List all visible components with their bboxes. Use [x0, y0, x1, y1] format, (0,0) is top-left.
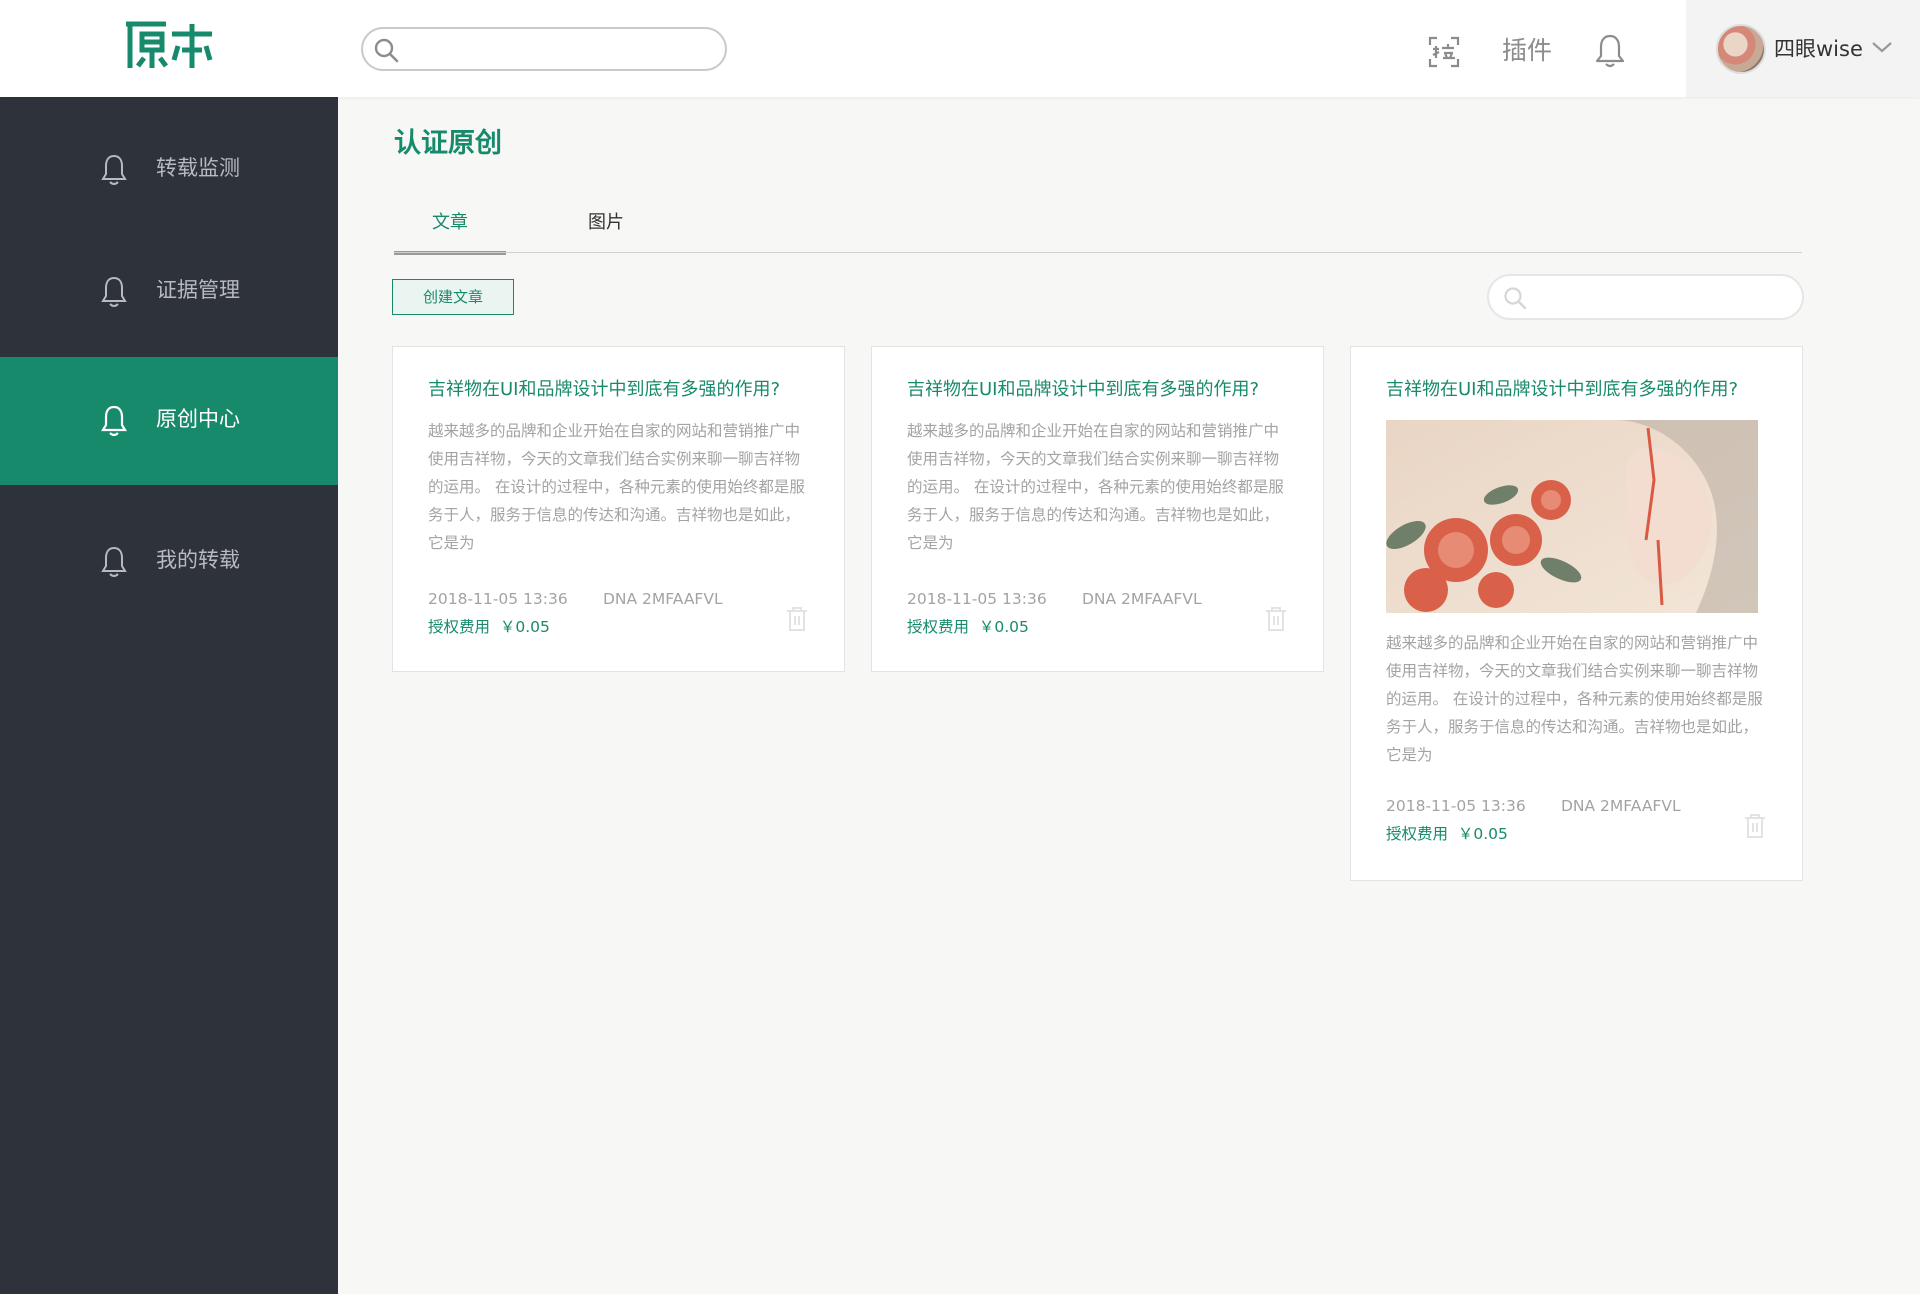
sidebar-item-original-center[interactable]: 原创中心 — [0, 357, 338, 485]
chevron-down-icon[interactable] — [1870, 38, 1894, 56]
article-title[interactable]: 吉祥物在UI和品牌设计中到底有多强的作用? — [907, 377, 1259, 403]
article-search[interactable] — [1487, 274, 1804, 320]
fee-value: ￥0.05 — [499, 618, 550, 636]
global-search[interactable] — [361, 27, 727, 71]
bell-icon — [101, 405, 127, 437]
user-menu[interactable]: 四眼wise — [1686, 0, 1920, 97]
bell-icon — [101, 276, 127, 307]
search-icon — [374, 38, 399, 63]
sidebar-item-label: 转载监测 — [156, 156, 240, 180]
article-fee: 授权费用 ￥0.05 — [907, 616, 1029, 638]
tab-label: 文章 — [432, 212, 468, 233]
top-bar: 插件 四眼wise — [0, 0, 1920, 97]
tabs-divider — [394, 252, 1802, 253]
search-input[interactable] — [409, 35, 713, 65]
fee-value: ￥0.05 — [1457, 825, 1508, 843]
page-title: 认证原创 — [394, 128, 502, 159]
tab-articles[interactable]: 文章 — [394, 205, 506, 255]
sidebar-item-repost-monitor[interactable]: 转载监测 — [0, 101, 338, 229]
search-icon — [1504, 287, 1527, 310]
article-title[interactable]: 吉祥物在UI和品牌设计中到底有多强的作用? — [428, 377, 780, 403]
article-dna: DNA 2MFAAFVL — [603, 590, 723, 608]
bell-icon — [101, 154, 127, 185]
trash-icon[interactable] — [785, 606, 809, 632]
tab-label: 图片 — [588, 212, 624, 233]
article-excerpt: 越来越多的品牌和企业开始在自家的网站和营销推广中使用吉祥物，今天的文章我们结合实… — [428, 422, 805, 552]
article-card[interactable]: 吉祥物在UI和品牌设计中到底有多强的作用? 越来越多的品牌和企业开始在自家的网站… — [1350, 346, 1803, 881]
scan-detect-icon[interactable] — [1428, 36, 1460, 68]
article-date: 2018-11-05 13:36 — [1386, 797, 1526, 815]
article-fee: 授权费用 ￥0.05 — [428, 616, 550, 638]
fee-label: 授权费用 — [1386, 825, 1449, 843]
sidebar-item-label: 我的转载 — [156, 548, 240, 572]
sidebar: 转载监测 证据管理 原创中心 我的转载 — [0, 97, 338, 1294]
article-date: 2018-11-05 13:36 — [907, 590, 1047, 608]
article-dna: DNA 2MFAAFVL — [1082, 590, 1202, 608]
tab-images[interactable]: 图片 — [550, 205, 662, 253]
avatar[interactable] — [1716, 24, 1766, 74]
trash-icon[interactable] — [1743, 813, 1767, 839]
bell-icon — [101, 546, 127, 577]
plugin-link[interactable]: 插件 — [1502, 34, 1552, 68]
fee-label: 授权费用 — [428, 618, 491, 636]
logo[interactable] — [122, 20, 214, 72]
article-card[interactable]: 吉祥物在UI和品牌设计中到底有多强的作用? 越来越多的品牌和企业开始在自家的网站… — [392, 346, 845, 672]
fee-value: ￥0.05 — [978, 618, 1029, 636]
article-excerpt: 越来越多的品牌和企业开始在自家的网站和营销推广中使用吉祥物，今天的文章我们结合实… — [1386, 634, 1763, 764]
trash-icon[interactable] — [1264, 606, 1288, 632]
sidebar-item-my-reposts[interactable]: 我的转载 — [0, 485, 338, 613]
article-search-input[interactable] — [1537, 284, 1791, 312]
article-thumbnail[interactable] — [1386, 420, 1758, 613]
article-fee: 授权费用 ￥0.05 — [1386, 823, 1508, 845]
sidebar-item-label: 证据管理 — [156, 278, 240, 302]
fee-label: 授权费用 — [907, 618, 970, 636]
sidebar-item-label: 原创中心 — [156, 407, 240, 431]
article-card[interactable]: 吉祥物在UI和品牌设计中到底有多强的作用? 越来越多的品牌和企业开始在自家的网站… — [871, 346, 1324, 672]
sidebar-item-evidence[interactable]: 证据管理 — [0, 223, 338, 351]
article-title[interactable]: 吉祥物在UI和品牌设计中到底有多强的作用? — [1386, 377, 1738, 403]
create-article-button[interactable]: 创建文章 — [392, 279, 514, 315]
article-excerpt: 越来越多的品牌和企业开始在自家的网站和营销推广中使用吉祥物，今天的文章我们结合实… — [907, 422, 1284, 552]
notification-bell-icon[interactable] — [1594, 33, 1626, 69]
user-name[interactable]: 四眼wise — [1774, 34, 1863, 64]
article-date: 2018-11-05 13:36 — [428, 590, 568, 608]
article-dna: DNA 2MFAAFVL — [1561, 797, 1681, 815]
